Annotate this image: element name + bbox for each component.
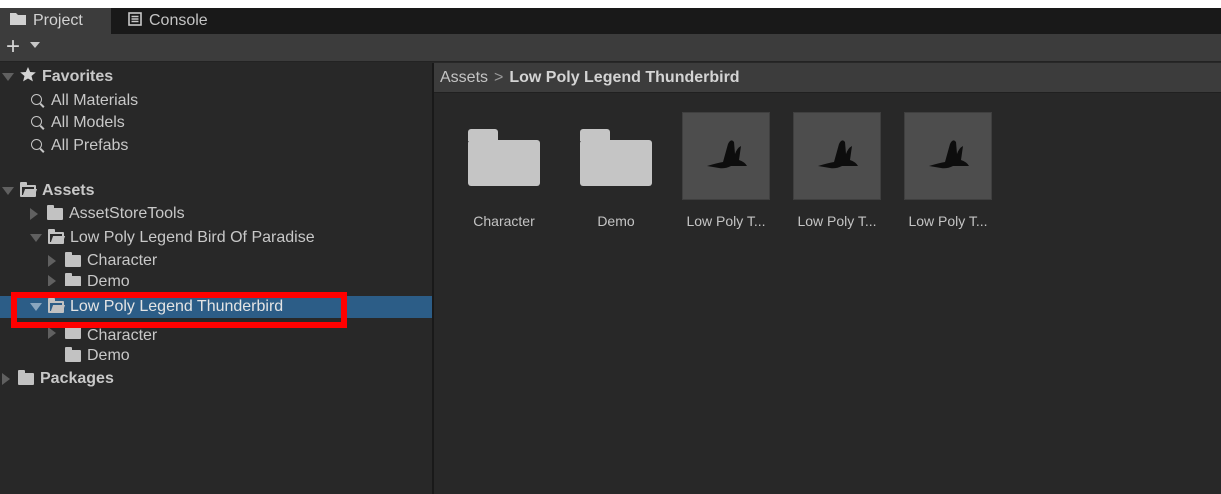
tree-assets[interactable]: Assets (0, 180, 432, 202)
tree-favorites[interactable]: Favorites (0, 66, 432, 88)
folder-icon (18, 370, 34, 385)
search-icon (31, 139, 45, 153)
expand-arrow-icon[interactable] (48, 255, 56, 267)
folder-icon (468, 129, 540, 186)
expand-arrow-icon[interactable] (2, 187, 14, 195)
tab-label: Project (33, 12, 83, 29)
tree-item-character[interactable]: Character (0, 250, 432, 272)
asset-folder-character[interactable]: Character (448, 111, 560, 231)
folder-tree: Favorites All Materials All Models All P… (0, 63, 432, 494)
expand-arrow-icon[interactable] (30, 234, 42, 242)
tree-item-assetstoretools[interactable]: AssetStoreTools (0, 203, 432, 225)
plus-icon[interactable]: + (6, 34, 20, 60)
asset-browser: Assets > Low Poly Legend Thunderbird Cha… (434, 63, 1221, 494)
folder-icon (580, 129, 652, 186)
tree-label: Favorites (42, 68, 114, 85)
tree-item-demo[interactable]: Demo (0, 272, 432, 286)
favorite-item[interactable]: All Prefabs (0, 135, 432, 157)
favorite-item[interactable]: All Materials (0, 90, 432, 112)
chevron-down-icon[interactable] (30, 42, 40, 48)
folder-icon (47, 205, 63, 220)
bird-preview-icon (793, 112, 881, 200)
asset-caption: Low Poly T... (686, 213, 766, 229)
breadcrumb-current[interactable]: Low Poly Legend Thunderbird (509, 69, 739, 87)
folder-icon (65, 273, 81, 286)
project-toolbar: + (0, 34, 1221, 62)
favorite-item[interactable]: All Models (0, 112, 432, 134)
breadcrumb: Assets > Low Poly Legend Thunderbird (434, 63, 1221, 93)
tree-packages[interactable]: Packages (0, 368, 432, 390)
console-icon (128, 11, 142, 31)
search-icon (31, 116, 45, 130)
expand-arrow-icon[interactable] (30, 303, 42, 311)
asset-prefab[interactable]: Low Poly T... (781, 111, 893, 231)
folder-open-icon (48, 229, 64, 244)
breadcrumb-root[interactable]: Assets (440, 69, 488, 87)
folder-icon (65, 252, 81, 267)
tree-item-character[interactable]: Character (0, 326, 432, 340)
bird-preview-icon (904, 112, 992, 200)
expand-arrow-icon[interactable] (2, 373, 10, 385)
tab-project[interactable]: Project (0, 8, 111, 34)
asset-prefab[interactable]: Low Poly T... (670, 111, 782, 231)
tree-item-bird-of-paradise[interactable]: Low Poly Legend Bird Of Paradise (0, 227, 432, 249)
folder-icon (65, 347, 81, 362)
asset-caption: Low Poly T... (797, 213, 877, 229)
folder-icon (65, 326, 81, 339)
asset-caption: Low Poly T... (908, 213, 988, 229)
asset-folder-demo[interactable]: Demo (560, 111, 672, 231)
tree-item-demo[interactable]: Demo (0, 345, 432, 367)
tab-console[interactable]: Console (118, 8, 230, 34)
asset-prefab[interactable]: Low Poly T... (892, 111, 1004, 231)
tab-bar: Project Console (0, 8, 1221, 34)
folder-icon (10, 12, 26, 30)
asset-caption: Demo (597, 213, 635, 229)
bird-preview-icon (682, 112, 770, 200)
expand-arrow-icon[interactable] (48, 275, 56, 286)
search-icon (31, 94, 45, 108)
asset-caption: Character (473, 213, 535, 229)
expand-arrow-icon[interactable] (30, 208, 38, 220)
folder-open-icon (48, 298, 64, 313)
folder-open-icon (20, 182, 36, 197)
star-icon (20, 67, 36, 87)
tree-item-thunderbird[interactable]: Low Poly Legend Thunderbird (0, 296, 432, 318)
expand-arrow-icon[interactable] (48, 327, 56, 339)
expand-arrow-icon[interactable] (2, 73, 14, 81)
caption-strip (0, 0, 1221, 8)
breadcrumb-separator: > (494, 68, 504, 86)
tab-label: Console (149, 12, 208, 29)
